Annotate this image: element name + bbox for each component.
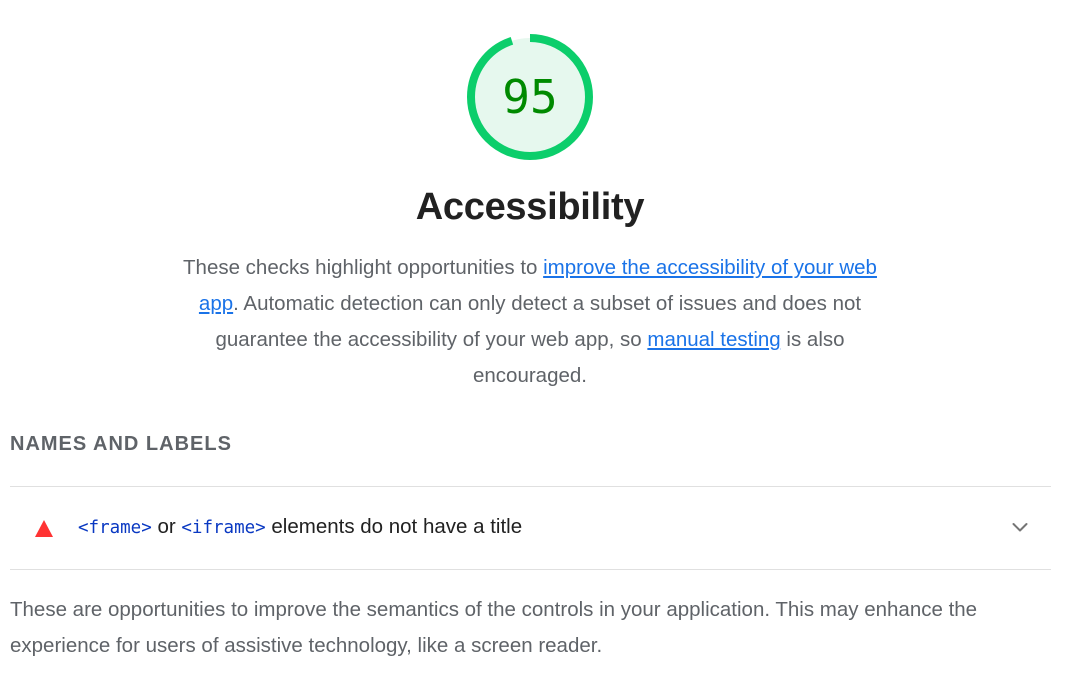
description-text-1: These checks highlight opportunities to <box>183 256 544 279</box>
group-title: NAMES AND LABELS <box>10 433 232 455</box>
manual-testing-link[interactable]: manual testing <box>647 328 780 351</box>
audit-row-frame-title[interactable]: <frame> or <iframe> elements do not have… <box>10 488 1051 569</box>
score-value: 95 <box>502 70 558 124</box>
audit-text-or: or <box>151 515 182 538</box>
warning-triangle-icon <box>35 520 53 537</box>
divider <box>10 569 1051 570</box>
audit-text-rest: elements do not have a title <box>265 515 523 538</box>
chevron-down-icon[interactable] <box>1008 515 1032 539</box>
lighthouse-report: 95 Accessibility These checks highlight … <box>0 0 1066 676</box>
group-description: These are opportunities to improve the s… <box>10 598 978 657</box>
category-title: Accessibility <box>415 186 645 228</box>
score-gauge: 95 <box>465 32 595 162</box>
divider <box>10 486 1051 487</box>
audit-title: <frame> or <iframe> elements do not have… <box>78 515 522 539</box>
audit-code-frame: <frame> <box>78 518 152 538</box>
audit-code-iframe: <iframe> <box>181 518 266 538</box>
category-description: These checks highlight opportunities to … <box>165 250 895 394</box>
